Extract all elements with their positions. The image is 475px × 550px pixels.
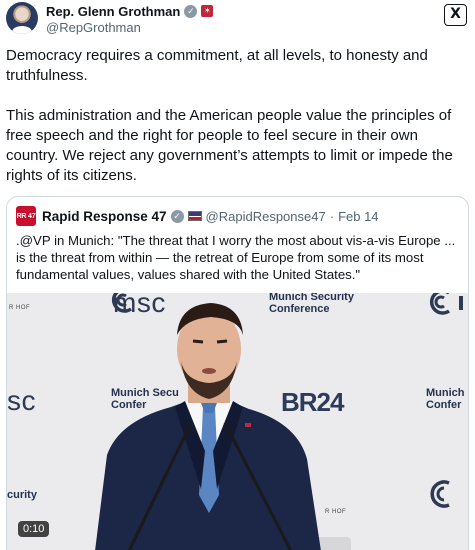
author-avatar[interactable]: [6, 2, 38, 34]
verified-badge-icon: ✓: [184, 4, 198, 18]
x-logo-icon: X: [444, 4, 467, 26]
quoted-post-date[interactable]: Feb 14: [338, 209, 378, 224]
video-duration: 0:10: [18, 521, 50, 537]
msc-logo-mark-icon: [430, 480, 450, 508]
author-handle[interactable]: @RepGrothman: [46, 20, 141, 35]
quoted-author-avatar[interactable]: RR 47: [16, 206, 36, 226]
backdrop-r-hof-2: R HOF: [325, 509, 347, 515]
speaker-figure: [95, 303, 321, 550]
us-flag-icon: [187, 211, 202, 221]
post-text: Democracy requires a commitment, at all …: [6, 46, 469, 186]
msc-logo-mark-icon: [429, 293, 463, 315]
meta-separator: ·: [329, 208, 335, 224]
post-paragraph: This administration and the American peo…: [6, 107, 453, 184]
backdrop-munich-right: Munich: [426, 387, 465, 399]
quoted-author-handle[interactable]: @RapidResponse47: [206, 209, 326, 224]
author-row: Rep. Glenn Grothman ✓ ✶: [46, 3, 214, 19]
quoted-author-name[interactable]: Rapid Response 47: [42, 209, 167, 224]
verified-badge-icon: ✓: [170, 209, 184, 223]
post-paragraph: Democracy requires a commitment, at all …: [6, 47, 428, 84]
post-header: Rep. Glenn Grothman ✓ ✶ @RepGrothman X: [6, 2, 469, 38]
government-label-icon: ✶: [201, 5, 214, 17]
backdrop-confer-right: Confer: [426, 399, 462, 411]
backdrop-curity: curity: [7, 489, 37, 501]
quoted-post-header: RR 47 Rapid Response 47 ✓ @RapidResponse…: [16, 206, 379, 226]
author-name[interactable]: Rep. Glenn Grothman: [46, 4, 180, 19]
video-player[interactable]: msc Munich Security Conference sc Munich…: [7, 293, 468, 550]
quoted-post[interactable]: RR 47 Rapid Response 47 ✓ @RapidResponse…: [6, 196, 469, 550]
backdrop-r-hof: R HOF: [9, 305, 31, 311]
quoted-avatar-text: RR 47: [16, 212, 36, 220]
backdrop-msc-logo-left: sc: [7, 385, 36, 416]
quoted-post-text: .@VP in Munich: "The threat that I worry…: [16, 233, 456, 282]
